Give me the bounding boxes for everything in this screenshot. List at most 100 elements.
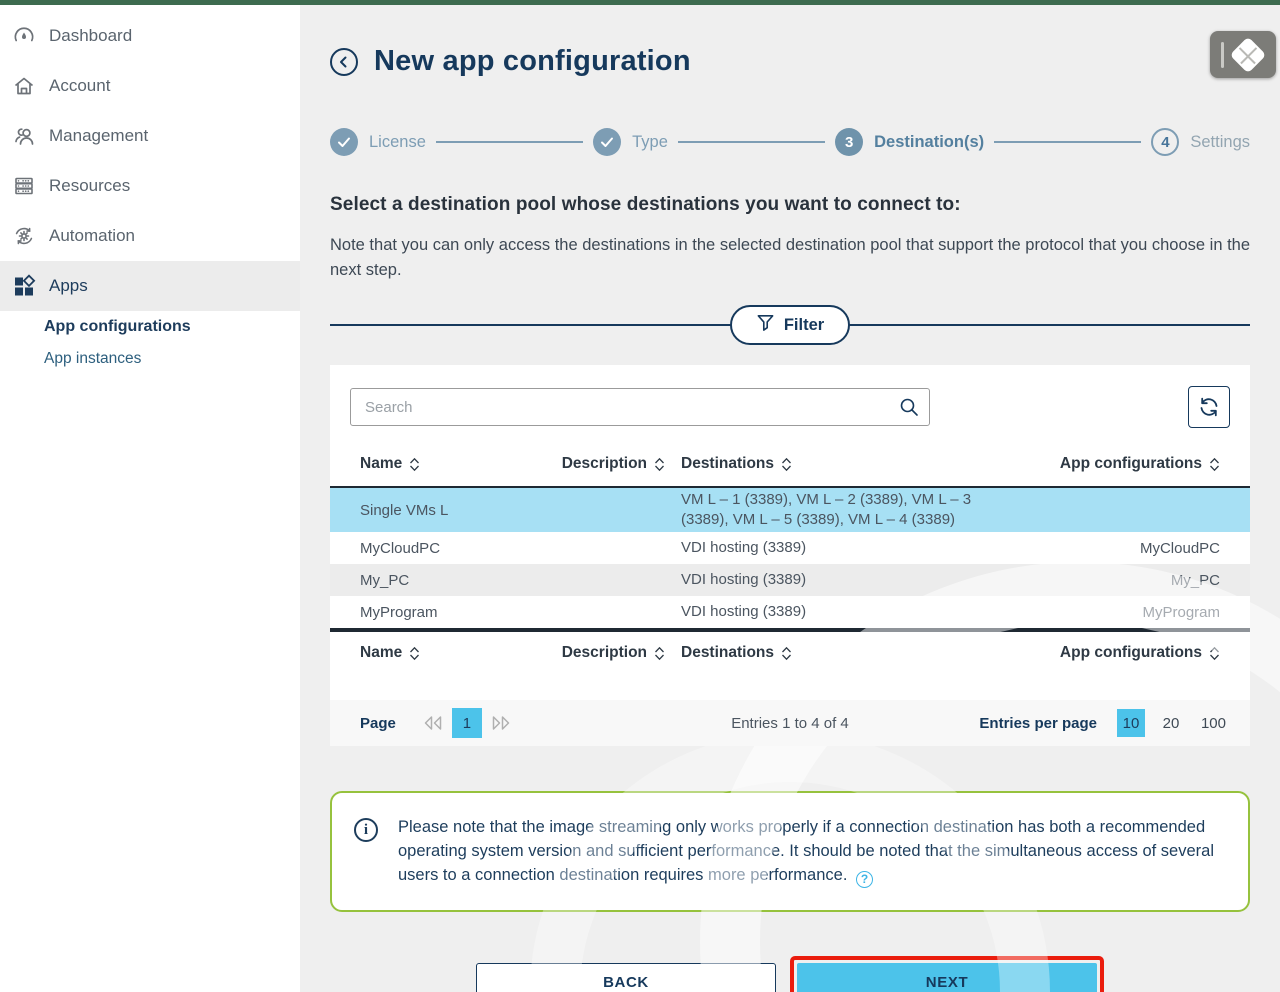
- sidebar-item-management[interactable]: Management: [0, 111, 300, 161]
- sidebar-item-apps[interactable]: Apps: [0, 261, 300, 311]
- entries-per-page-label: Entries per page: [979, 715, 1097, 732]
- users-icon: [12, 124, 36, 148]
- wizard-actions: BACK NEXT: [330, 956, 1250, 992]
- sort-icon: [409, 457, 420, 472]
- check-icon: [330, 128, 358, 156]
- automation-icon: [12, 224, 36, 248]
- cell-destinations: VDI hosting (3389): [665, 570, 1020, 590]
- table-row[interactable]: MyProgramVDI hosting (3389)MyProgram: [330, 596, 1250, 628]
- cell-app_configurations: MyCloudPC: [1020, 540, 1220, 557]
- section-note: Note that you can only access the destin…: [330, 233, 1250, 283]
- back-button[interactable]: BACK: [476, 963, 776, 992]
- column-label: App configurations: [1060, 644, 1202, 662]
- sort-icon: [409, 646, 420, 661]
- column-header-destinations[interactable]: Destinations: [665, 455, 1020, 473]
- sidebar-subitem-app-instances[interactable]: App instances: [0, 343, 300, 375]
- sidebar-subitem-label: App configurations: [44, 318, 191, 336]
- destination-pool-table-card: Name Description Destinations App config…: [330, 365, 1250, 746]
- sort-icon: [1209, 646, 1220, 661]
- sort-icon: [781, 457, 792, 472]
- sidebar: Dashboard Account: [0, 5, 300, 992]
- cell-destinations: VDI hosting (3389): [665, 602, 1020, 622]
- pagination-bar: Page 1 Entries 1 to 4 of 4 Entries per p…: [330, 700, 1250, 746]
- sidebar-subitem-app-configurations[interactable]: App configurations: [0, 311, 300, 343]
- search-input[interactable]: [350, 388, 930, 426]
- entries-info: Entries 1 to 4 of 4: [731, 715, 849, 732]
- sidebar-item-label: Dashboard: [49, 26, 132, 46]
- column-header-description[interactable]: Description: [550, 644, 665, 662]
- funnel-icon: [756, 313, 775, 337]
- table-row[interactable]: Single VMs L VM L – 1 (3389), VM L – 2 (3…: [330, 488, 1250, 532]
- info-icon: i: [354, 818, 378, 842]
- gauge-icon: [12, 24, 36, 48]
- filter-label: Filter: [784, 316, 824, 335]
- step-destinations[interactable]: 3 Destination(s): [835, 128, 984, 156]
- column-header-app-configurations[interactable]: App configurations: [1020, 644, 1220, 662]
- table-body: Single VMs L VM L – 1 (3389), VM L – 2 (3…: [330, 486, 1250, 630]
- current-page-button[interactable]: 1: [452, 708, 482, 738]
- column-label: Description: [562, 644, 647, 662]
- sort-icon: [654, 646, 665, 661]
- table-header-row: Name Description Destinations App config…: [330, 442, 1250, 486]
- cell-destinations: VM L – 1 (3389), VM L – 2 (3389), VM L –…: [665, 490, 1020, 530]
- table-row[interactable]: MyCloudPCVDI hosting (3389)MyCloudPC: [330, 532, 1250, 564]
- section-heading: Select a destination pool whose destinat…: [330, 194, 1250, 216]
- sidebar-item-label: Management: [49, 126, 148, 146]
- column-header-destinations[interactable]: Destinations: [665, 644, 1020, 662]
- column-label: Destinations: [681, 455, 774, 473]
- column-header-name[interactable]: Name: [360, 455, 550, 473]
- filter-divider: Filter: [330, 305, 1250, 345]
- first-page-icon[interactable]: [422, 715, 444, 731]
- sidebar-item-automation[interactable]: Automation: [0, 211, 300, 261]
- back-arrow-icon[interactable]: [330, 48, 358, 76]
- home-icon: [12, 74, 36, 98]
- cell-name: My_PC: [360, 572, 550, 589]
- last-page-icon[interactable]: [490, 715, 512, 731]
- table-footer-header-row: Name Description Destinations App config…: [330, 630, 1250, 674]
- refresh-button[interactable]: [1188, 386, 1230, 428]
- step-label: Settings: [1190, 133, 1250, 152]
- cell-app_configurations: MyProgram: [1020, 604, 1220, 621]
- check-icon: [593, 128, 621, 156]
- info-text-content: Please note that the image streaming onl…: [398, 818, 1214, 884]
- step-label: Destination(s): [874, 133, 984, 152]
- step-settings[interactable]: 4 Settings: [1151, 128, 1250, 156]
- server-icon: [12, 174, 36, 198]
- sidebar-item-label: Automation: [49, 226, 135, 246]
- sidebar-item-account[interactable]: Account: [0, 61, 300, 111]
- page: Dashboard Account: [0, 0, 1280, 992]
- column-header-app-configurations[interactable]: App configurations: [1020, 455, 1220, 473]
- app-logo-diamond-icon: [1230, 36, 1267, 73]
- sort-icon: [781, 646, 792, 661]
- page-size-option-20[interactable]: 20: [1157, 709, 1185, 737]
- step-connector: [678, 141, 825, 143]
- wizard-stepper: License Type 3 Destination(s) 4 Se: [330, 128, 1250, 156]
- sidebar-item-label: Apps: [49, 276, 88, 296]
- page-size-option-10[interactable]: 10: [1117, 709, 1145, 737]
- filter-button[interactable]: Filter: [730, 305, 850, 345]
- sidebar-item-dashboard[interactable]: Dashboard: [0, 11, 300, 61]
- page-size-option-100[interactable]: 100: [1197, 709, 1230, 737]
- column-header-name[interactable]: Name: [360, 644, 550, 662]
- sidebar-item-resources[interactable]: Resources: [0, 161, 300, 211]
- sidebar-subitem-label: App instances: [44, 350, 141, 368]
- search-icon[interactable]: [898, 396, 920, 423]
- step-label: Type: [632, 133, 668, 152]
- main-content: New app configuration License: [300, 5, 1280, 992]
- cell-destinations: VDI hosting (3389): [665, 538, 1020, 558]
- step-number: 3: [835, 128, 863, 156]
- side-panel-toggle-button[interactable]: [1210, 31, 1276, 78]
- next-button[interactable]: NEXT: [797, 963, 1097, 992]
- help-icon[interactable]: ?: [856, 871, 873, 888]
- step-license[interactable]: License: [330, 128, 426, 156]
- toggle-handle-bar: [1221, 42, 1224, 68]
- cell-name: MyCloudPC: [360, 540, 550, 557]
- table-row[interactable]: My_PCVDI hosting (3389)My_PC: [330, 564, 1250, 596]
- step-type[interactable]: Type: [593, 128, 668, 156]
- cell-name: Single VMs L: [360, 502, 550, 519]
- step-number: 4: [1151, 128, 1179, 156]
- column-label: Name: [360, 455, 402, 473]
- step-label: License: [369, 133, 426, 152]
- cell-name: MyProgram: [360, 604, 550, 621]
- column-header-description[interactable]: Description: [550, 455, 665, 473]
